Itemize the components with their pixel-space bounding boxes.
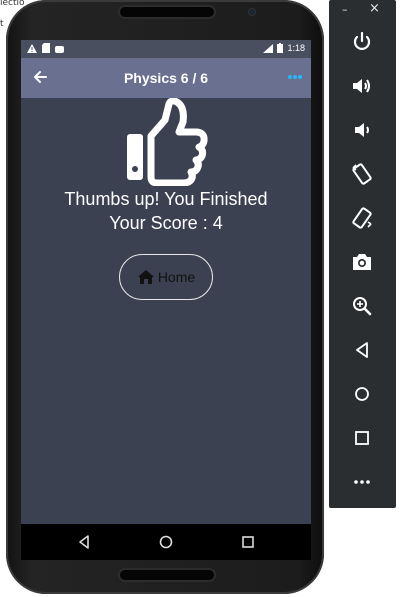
- navigation-bar: [21, 524, 311, 560]
- top-speaker: [120, 7, 214, 17]
- result-content: Thumbs up! You Finished Your Score : 4 H…: [21, 98, 311, 560]
- nav-back-icon[interactable]: [76, 534, 92, 550]
- minimize-button[interactable]: –: [342, 3, 348, 16]
- background-text: t: [0, 19, 4, 29]
- status-bar: 1:18: [21, 40, 311, 58]
- overview-square-icon[interactable]: [350, 426, 374, 450]
- more-options-icon[interactable]: [350, 470, 374, 494]
- sd-card-icon: [42, 43, 50, 53]
- battery-icon: [277, 43, 284, 53]
- app-bar: Physics 6 / 6: [21, 58, 311, 98]
- front-camera: [249, 9, 255, 15]
- rotate-left-icon[interactable]: [350, 162, 374, 186]
- android-icon: [55, 45, 64, 53]
- nav-home-icon[interactable]: [158, 534, 174, 550]
- back-triangle-icon[interactable]: [350, 338, 374, 362]
- zoom-icon[interactable]: [350, 294, 374, 318]
- warning-icon: [27, 43, 37, 53]
- volume-up-icon[interactable]: [350, 74, 374, 98]
- result-message: Thumbs up! You Finished: [64, 189, 268, 209]
- home-button[interactable]: Home: [119, 254, 213, 300]
- camera-icon[interactable]: [350, 250, 374, 274]
- bottom-speaker: [120, 570, 214, 580]
- page-title: Physics 6 / 6: [123, 70, 209, 86]
- rotate-right-icon[interactable]: [350, 206, 374, 230]
- nav-recents-icon[interactable]: [240, 534, 256, 550]
- home-button-label: Home: [157, 269, 196, 285]
- home-icon: [137, 270, 154, 284]
- more-horizontal-icon[interactable]: [287, 71, 303, 83]
- thumbs-up-icon: [127, 98, 208, 186]
- power-icon[interactable]: [350, 30, 374, 54]
- volume-down-icon[interactable]: [350, 118, 374, 142]
- score-text: Your Score : 4: [109, 213, 223, 233]
- panel-titlebar: – ×: [329, 0, 396, 20]
- phone-screen: 1:18 Physics 6 / 6 Thumbs up! You Finish…: [21, 40, 311, 560]
- background-text: lectio: [0, 0, 25, 8]
- emulator-side-panel: – ×: [329, 0, 396, 508]
- signal-icon: [263, 43, 274, 53]
- close-button[interactable]: ×: [369, 1, 380, 16]
- home-circle-icon[interactable]: [350, 382, 374, 406]
- status-time: 1:18: [287, 43, 305, 53]
